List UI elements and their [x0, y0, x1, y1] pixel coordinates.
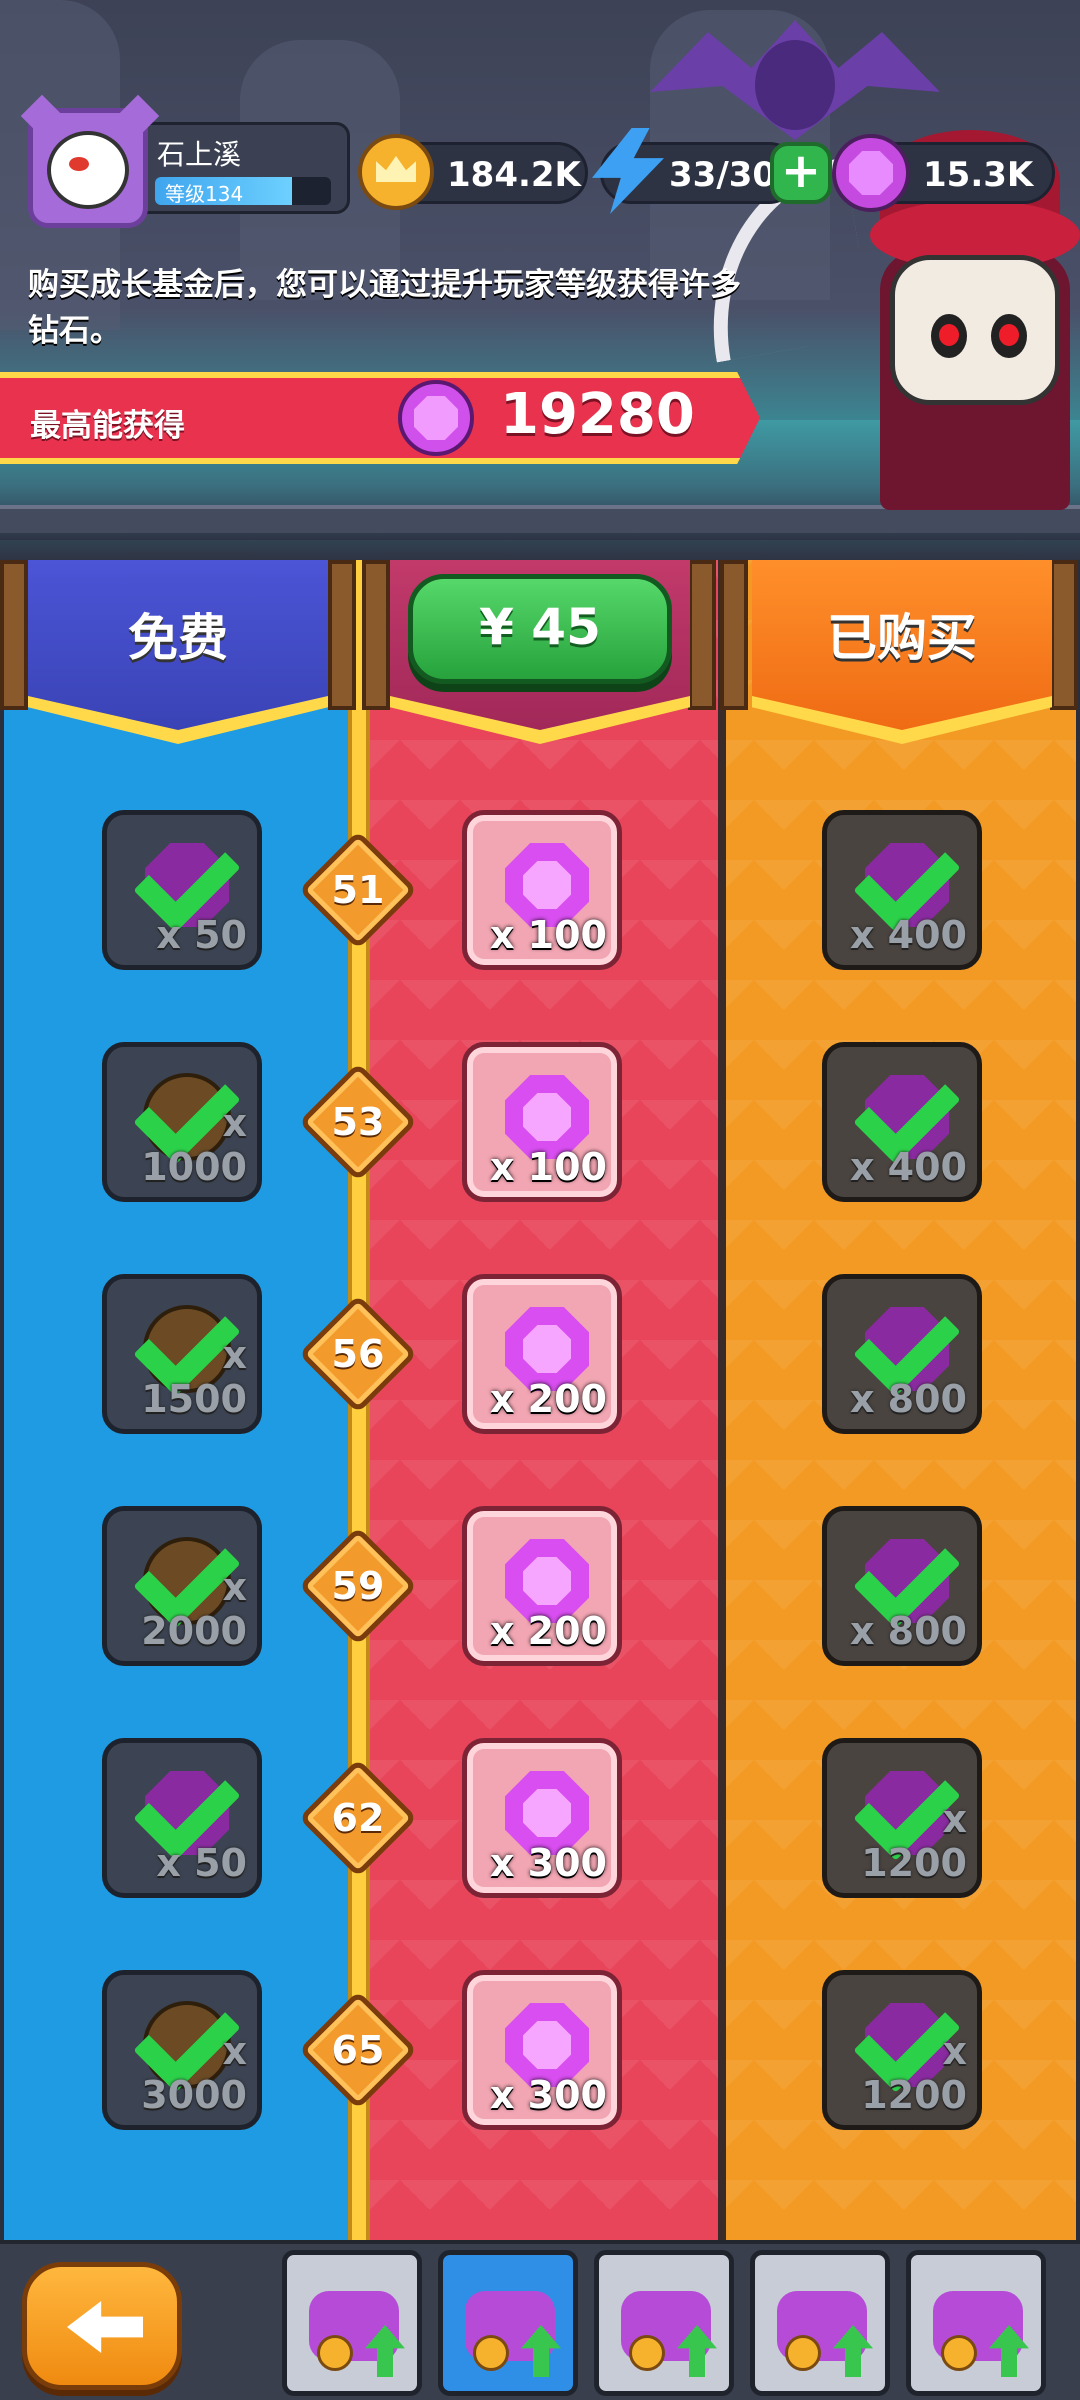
- level-number: 53: [331, 1100, 385, 1144]
- avatar[interactable]: [20, 94, 160, 228]
- bat-body-decoration: [755, 40, 835, 130]
- reward-quantity: x 100: [489, 913, 607, 957]
- bought-reward[interactable]: x 1200: [822, 1738, 982, 1898]
- level-badge: 51: [298, 830, 418, 950]
- bought-reward[interactable]: x 800: [822, 1506, 982, 1666]
- wooden-post: [328, 560, 356, 710]
- coin-value: 184.2K: [447, 155, 581, 195]
- gem-icon: [398, 380, 474, 456]
- coin-icon: [941, 2335, 977, 2371]
- wooden-post: [720, 560, 748, 710]
- reward-quantity: x 800: [849, 1377, 967, 1421]
- growth-fund-board[interactable]: 免费 ¥ 45 已购买 x 50 x 100 x 400 51 x 1000 x 100 x…: [0, 560, 1080, 2240]
- reward-quantity: x 300: [489, 1841, 607, 1885]
- free-reward[interactable]: x 1000: [102, 1042, 262, 1202]
- max-reward-value: 19280: [500, 382, 695, 447]
- reward-quantity: x 1200: [861, 1797, 967, 1885]
- reward-quantity: x 50: [156, 913, 247, 957]
- level-number: 59: [331, 1564, 385, 1608]
- reward-quantity: x 50: [156, 1841, 247, 1885]
- coin-icon: [317, 2335, 353, 2371]
- wooden-post: [362, 560, 390, 710]
- level-text: 等级134: [165, 182, 244, 205]
- energy-value: 33/30: [669, 155, 777, 195]
- reward-quantity: x 1500: [141, 1333, 247, 1421]
- level-badge: 53: [298, 1062, 418, 1182]
- reward-quantity: x 3000: [141, 2029, 247, 2117]
- paid-reward[interactable]: x 300: [462, 1970, 622, 2130]
- level-number: 56: [331, 1332, 385, 1376]
- coin-icon: [785, 2335, 821, 2371]
- bought-reward[interactable]: x 400: [822, 1042, 982, 1202]
- bought-reward[interactable]: x 400: [822, 810, 982, 970]
- nav-tab-4[interactable]: [750, 2250, 890, 2396]
- free-reward[interactable]: x 1500: [102, 1274, 262, 1434]
- header-area: 石上溪 等级134 184.2K 33/30 + 15.3K 购买成长基金后，您…: [0, 0, 1080, 560]
- bought-label: 已购买: [827, 609, 977, 667]
- level-badge: 62: [298, 1758, 418, 1878]
- wooden-post: [0, 560, 28, 710]
- paid-reward[interactable]: x 100: [462, 1042, 622, 1202]
- bottom-nav: [0, 2240, 1080, 2400]
- player-name: 石上溪: [157, 138, 242, 171]
- reward-quantity: x 200: [489, 1377, 607, 1421]
- paid-reward[interactable]: x 200: [462, 1506, 622, 1666]
- level-number: 65: [331, 2028, 385, 2072]
- crown-coin-icon: [358, 134, 434, 210]
- witch-head: [890, 255, 1060, 405]
- nav-tab-5[interactable]: [906, 2250, 1046, 2396]
- player-info-box[interactable]: 石上溪 等级134: [140, 122, 350, 214]
- reward-quantity: x 400: [849, 913, 967, 957]
- level-progress-bar: 等级134: [155, 177, 331, 205]
- free-header-flag: 免费: [28, 560, 328, 730]
- reward-quantity: x 1200: [861, 2029, 967, 2117]
- coin-icon: [629, 2335, 665, 2371]
- wooden-post: [1050, 560, 1078, 710]
- free-reward[interactable]: x 3000: [102, 1970, 262, 2130]
- gem-value: 15.3K: [923, 155, 1034, 195]
- wooden-post: [688, 560, 716, 710]
- reward-quantity: x 400: [849, 1145, 967, 1189]
- add-energy-button[interactable]: +: [770, 142, 832, 204]
- reward-quantity: x 200: [489, 1609, 607, 1653]
- reward-quantity: x 800: [849, 1609, 967, 1653]
- avatar-face: [47, 131, 129, 209]
- reward-quantity: x 1000: [141, 1101, 247, 1189]
- buy-fund-button[interactable]: ¥ 45: [408, 574, 672, 684]
- level-number: 62: [331, 1796, 385, 1840]
- paid-reward[interactable]: x 200: [462, 1274, 622, 1434]
- level-badge: 65: [298, 1990, 418, 2110]
- paid-reward[interactable]: x 300: [462, 1738, 622, 1898]
- bought-reward[interactable]: x 800: [822, 1274, 982, 1434]
- nav-tab-2[interactable]: [438, 2250, 578, 2396]
- max-reward-label: 最高能获得: [30, 408, 185, 444]
- gem-icon: [832, 134, 910, 212]
- free-reward[interactable]: x 50: [102, 1738, 262, 1898]
- free-label: 免费: [128, 609, 228, 667]
- level-number: 51: [331, 868, 385, 912]
- bought-reward[interactable]: x 1200: [822, 1970, 982, 2130]
- reward-quantity: x 2000: [141, 1565, 247, 1653]
- back-arrow-icon: [67, 2301, 143, 2353]
- free-reward[interactable]: x 2000: [102, 1506, 262, 1666]
- reward-quantity: x 300: [489, 2073, 607, 2117]
- fund-description: 购买成长基金后，您可以通过提升玩家等级获得许多钻石。: [28, 267, 741, 349]
- nav-tab-3[interactable]: [594, 2250, 734, 2396]
- back-button[interactable]: [22, 2262, 182, 2390]
- free-reward[interactable]: x 50: [102, 810, 262, 970]
- level-badge: 59: [298, 1526, 418, 1646]
- witch-eye: [991, 314, 1027, 358]
- reward-quantity: x 100: [489, 1145, 607, 1189]
- level-badge: 56: [298, 1294, 418, 1414]
- bought-header-flag: 已购买: [752, 560, 1052, 730]
- witch-eye: [931, 314, 967, 358]
- price-label: ¥ 45: [479, 598, 601, 656]
- coin-icon: [473, 2335, 509, 2371]
- nav-tab-1[interactable]: [282, 2250, 422, 2396]
- paid-reward[interactable]: x 100: [462, 810, 622, 970]
- column-divider: [718, 560, 726, 2240]
